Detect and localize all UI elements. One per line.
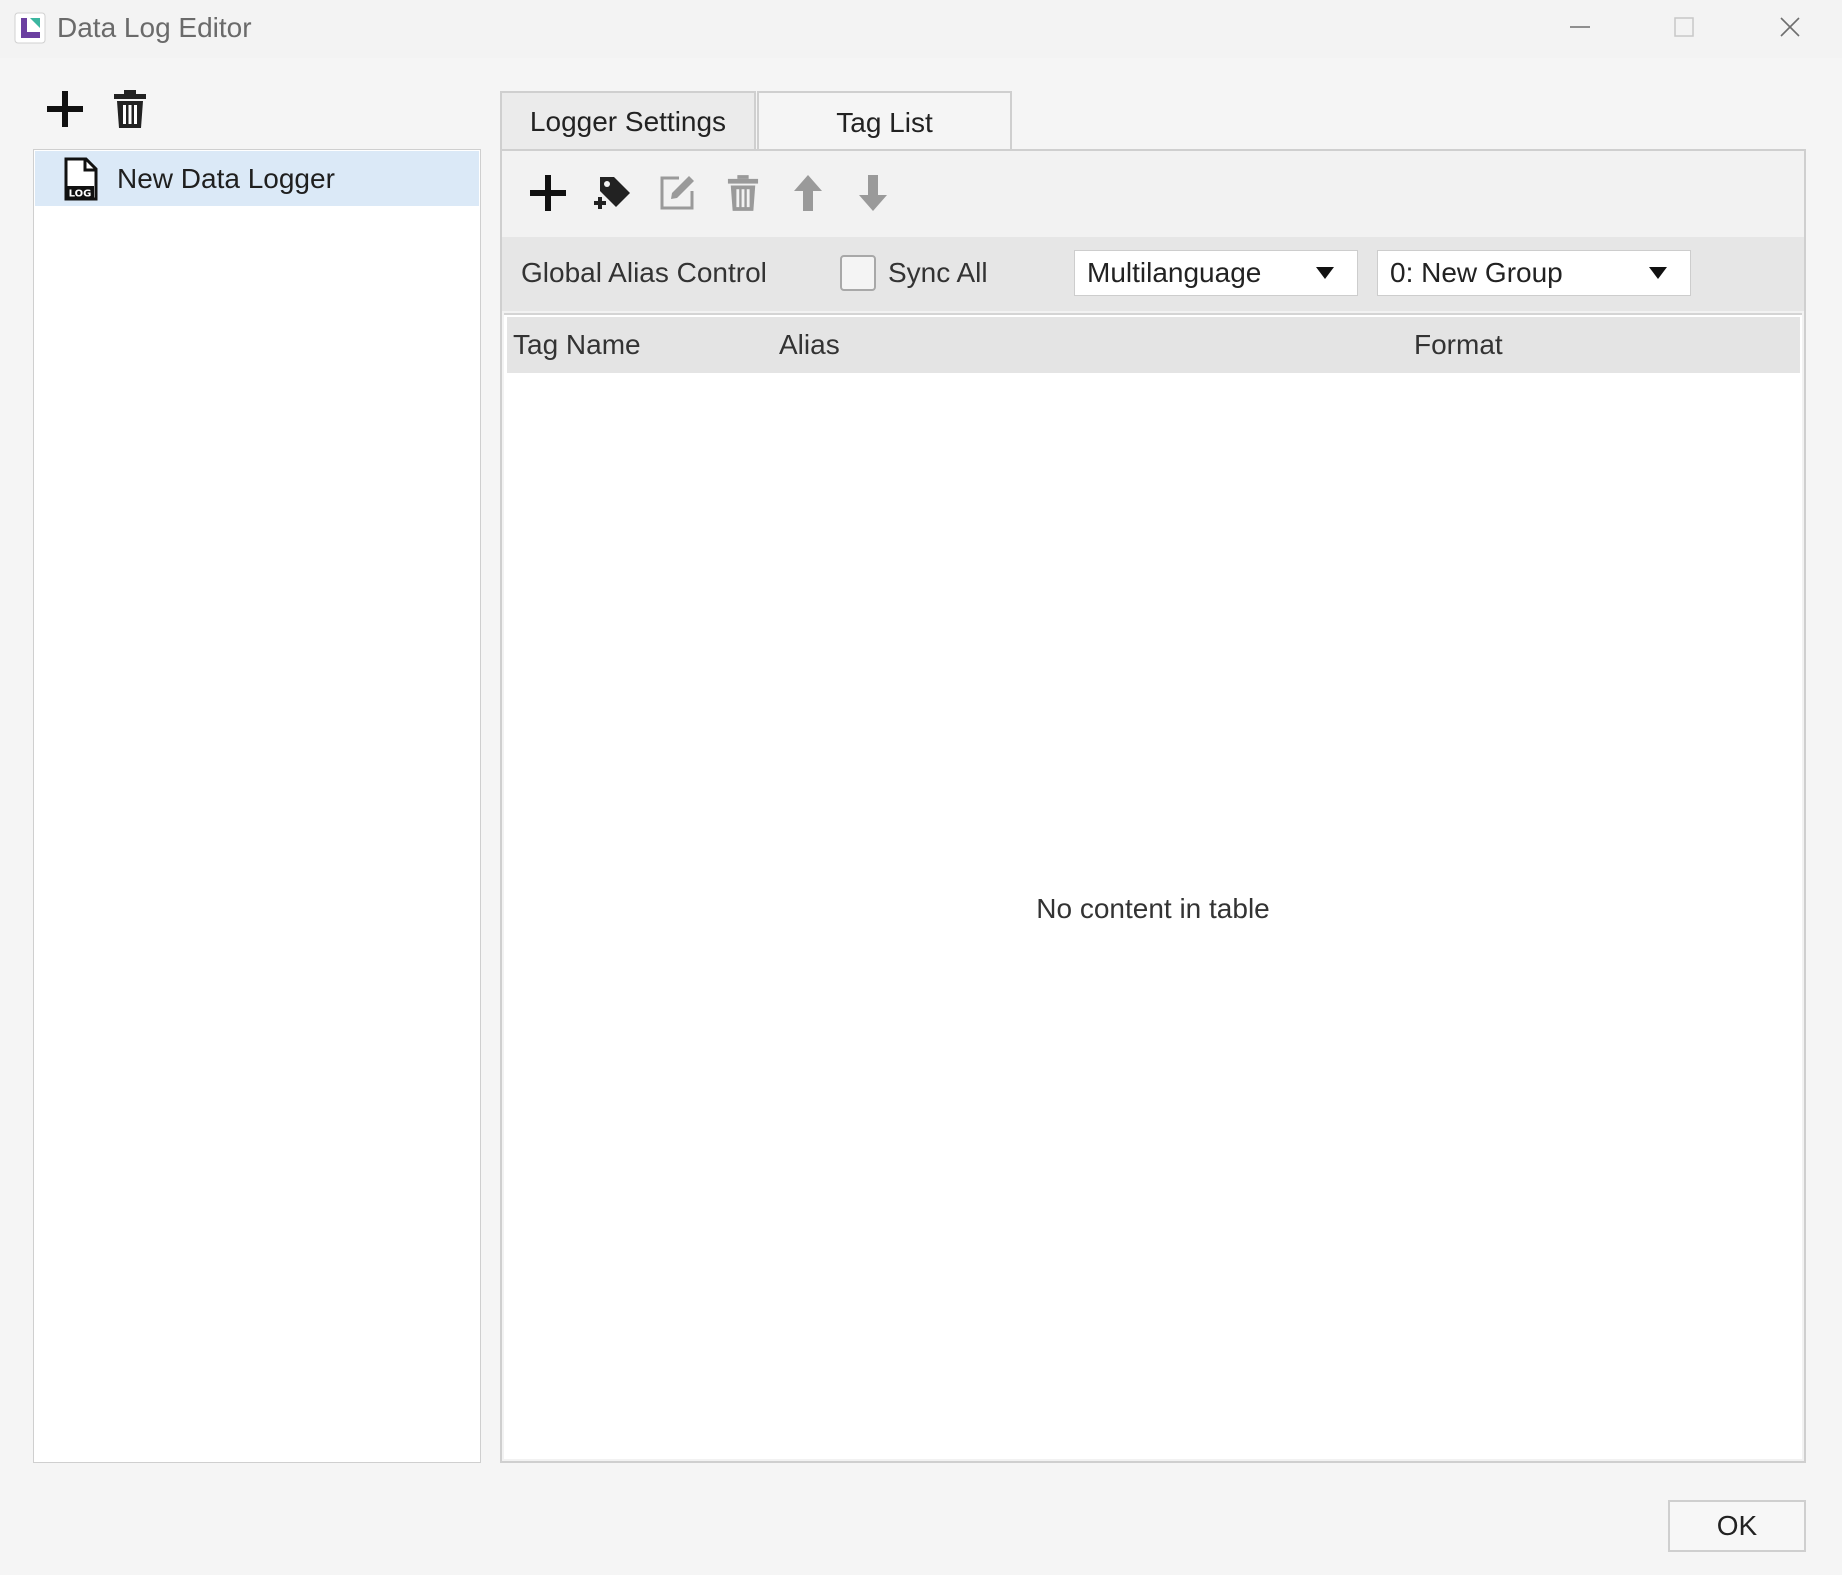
minimize-icon [1570, 26, 1590, 28]
group-select[interactable]: 0: New Group [1377, 250, 1691, 296]
empty-table-message: No content in table [1036, 893, 1270, 924]
sync-all-checkbox[interactable] [840, 255, 876, 291]
add-tag-icon [594, 177, 630, 209]
language-select[interactable]: Multilanguage [1074, 250, 1358, 296]
list-item-new-data-logger[interactable]: LOG New Data Logger [35, 151, 479, 206]
chevron-down-icon [1316, 267, 1334, 279]
plus-icon [530, 175, 566, 211]
data-log-editor-window: Data Log Editor LOG New Data Logger Logg… [0, 0, 1842, 1575]
sync-all-label[interactable]: Sync All [888, 255, 988, 291]
add-tag-button[interactable] [586, 167, 638, 219]
plus-icon [47, 91, 83, 127]
close-icon [1780, 17, 1800, 37]
arrow-down-icon [859, 175, 887, 211]
list-item-label: New Data Logger [117, 162, 335, 194]
add-logger-button[interactable] [40, 84, 90, 134]
trash-icon [727, 175, 759, 211]
tab-logger-settings[interactable]: Logger Settings [500, 91, 756, 151]
arrow-up-icon [794, 175, 822, 211]
minimize-button[interactable] [1532, 0, 1628, 54]
window-title: Data Log Editor [57, 12, 252, 43]
tab-tag-list[interactable]: Tag List [757, 91, 1012, 153]
svg-text:LOG: LOG [69, 188, 92, 199]
global-alias-control-label: Global Alias Control [521, 257, 767, 288]
language-select-value: Multilanguage [1087, 257, 1262, 288]
tag-list-panel: Global Alias Control Sync All Multilangu… [500, 149, 1806, 1463]
group-select-value: 0: New Group [1390, 257, 1563, 288]
edit-tag-button[interactable] [651, 167, 703, 219]
edit-icon [660, 176, 694, 210]
chevron-down-icon [1649, 267, 1667, 279]
close-button[interactable] [1742, 0, 1838, 54]
ok-button[interactable]: OK [1668, 1500, 1806, 1552]
table-header: Tag Name Alias Format [507, 317, 1800, 373]
app-icon [14, 12, 46, 44]
tag-list-toolbar [502, 151, 1804, 237]
logger-list: LOG New Data Logger [33, 149, 481, 1463]
move-up-button[interactable] [782, 167, 834, 219]
title-bar: Data Log Editor [0, 0, 1842, 58]
global-alias-control-bar: Global Alias Control Sync All Multilangu… [502, 237, 1804, 311]
column-header-format[interactable]: Format [1414, 327, 1503, 363]
move-down-button[interactable] [847, 167, 899, 219]
maximize-button[interactable] [1636, 0, 1732, 54]
delete-logger-button[interactable] [105, 84, 155, 134]
delete-tag-button[interactable] [717, 167, 769, 219]
add-tag-row-button[interactable] [522, 167, 574, 219]
tag-table: Tag Name Alias Format No content in tabl… [504, 313, 1802, 1459]
column-header-alias[interactable]: Alias [779, 327, 840, 363]
column-header-tag-name[interactable]: Tag Name [513, 327, 641, 363]
trash-icon [114, 90, 146, 128]
log-file-icon: LOG [64, 157, 98, 200]
maximize-icon [1674, 17, 1694, 37]
